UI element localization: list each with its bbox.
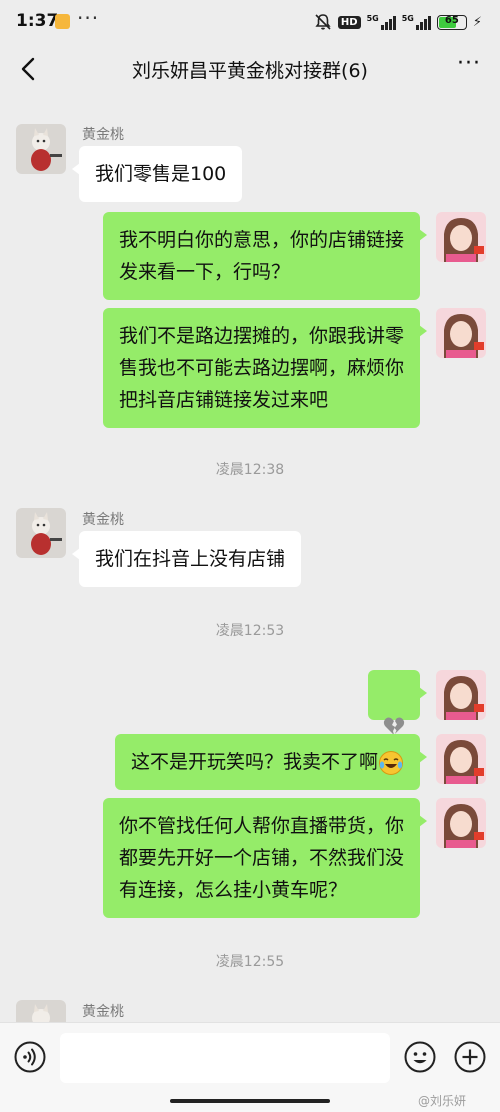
laughing-crying-icon <box>379 750 403 775</box>
status-right: HD 5G 5G 65 ⚡ <box>314 12 482 32</box>
watermark: @刘乐妍 <box>418 1094 467 1108</box>
avatar-cat[interactable] <box>16 508 66 558</box>
emoji-icon[interactable] <box>404 1041 436 1073</box>
avatar-cat[interactable] <box>16 124 66 174</box>
plus-icon[interactable] <box>454 1041 486 1073</box>
timestamp: 凌晨12:55 <box>215 954 285 970</box>
message-input[interactable] <box>60 1033 390 1083</box>
more-notifications-icon: ··· <box>77 6 100 30</box>
sender-name: 黄金桃 <box>82 1004 124 1020</box>
chat-header: 刘乐妍昌平黄金桃对接群(6) ··· <box>0 44 500 94</box>
timestamp: 凌晨12:53 <box>215 623 285 639</box>
battery-icon: 65 <box>436 14 467 30</box>
mute-icon <box>315 14 331 30</box>
avatar-me[interactable] <box>436 734 486 784</box>
avatar-me[interactable] <box>436 308 486 358</box>
hd-badge: HD <box>337 15 361 29</box>
signal-icon-2: 5G <box>402 14 431 30</box>
message-bubble-m2[interactable]: 我不明白你的意思，你的店铺链接 发来看一下，行吗？ <box>102 212 428 300</box>
status-time: 1:37 <box>16 11 59 31</box>
more-icon[interactable]: ··· <box>454 53 484 84</box>
message-bubble-m4[interactable]: 我们在抖音上没有店铺 <box>71 531 302 587</box>
chat-area[interactable]: 黄金桃 我们零售是100 我不明白你的意思，你的店铺链接 发来看一下，行吗？ 我… <box>0 94 500 1022</box>
avatar-me[interactable] <box>436 212 486 262</box>
avatar-me[interactable] <box>436 670 486 720</box>
message-bubble-m5[interactable] <box>368 670 427 735</box>
signal-icon-1: 5G <box>367 14 396 30</box>
charging-icon: ⚡ <box>472 14 482 30</box>
back-icon[interactable] <box>14 52 44 86</box>
timestamp: 凌晨12:38 <box>215 462 285 478</box>
sender-name: 黄金桃 <box>82 127 124 143</box>
message-bubble-m1[interactable]: 我们零售是100 <box>71 146 243 202</box>
sender-name: 黄金桃 <box>82 512 124 528</box>
message-bubble-m6[interactable]: 这不是开玩笑吗？我卖不了啊 <box>114 734 428 790</box>
voice-icon[interactable] <box>14 1041 46 1073</box>
home-indicator[interactable] <box>170 1099 330 1103</box>
message-bubble-m3[interactable]: 我们不是路边摆摊的，你跟我讲零 售我也不可能去路边摆啊，麻烦你 把抖音店铺链接发… <box>102 308 428 428</box>
avatar-cat[interactable] <box>16 1000 66 1022</box>
notification-app-icon <box>55 14 70 29</box>
chat-title: 刘乐妍昌平黄金桃对接群(6) <box>132 60 368 82</box>
status-bar: 1:37 ··· HD 5G 5G 65 ⚡ <box>0 0 500 44</box>
battery-level: 65 <box>444 14 459 26</box>
avatar-me[interactable] <box>436 798 486 848</box>
message-bubble-m7[interactable]: 你不管找任何人帮你直播带货，你 都要先开好一个店铺，不然我们没 有连接，怎么挂小… <box>102 798 428 918</box>
message-text: 这不是开玩笑吗？我卖不了啊 <box>130 751 378 773</box>
